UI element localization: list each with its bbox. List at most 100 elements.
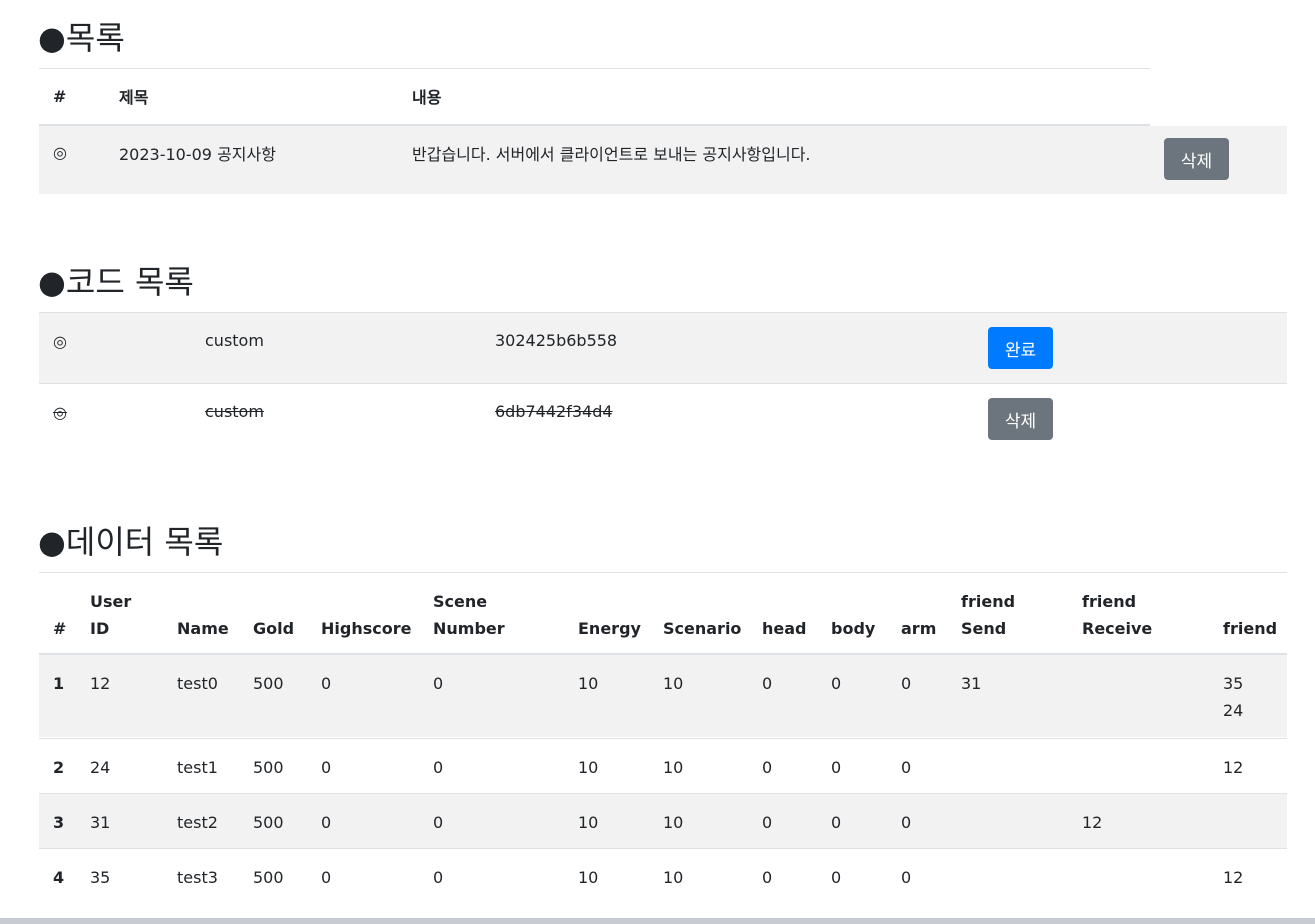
- notice-header-row: # 제목 내용: [39, 68, 1150, 125]
- data-header-scene-l2: Number: [433, 619, 505, 638]
- data-cell-friend: 12: [1223, 864, 1243, 891]
- code-row-1-type: custom: [205, 331, 264, 350]
- data-cell-energy: 10: [578, 868, 599, 887]
- horizontal-scrollbar[interactable]: [0, 918, 1315, 924]
- notice-row: ◎ 2023-10-09 공지사항 반갑습니다. 서버에서 클라이언트로 보내는…: [39, 126, 1287, 194]
- data-cell-num: 3: [53, 813, 65, 832]
- data-cell-friend-line: 12: [1223, 758, 1244, 777]
- data-cell-scene-number: 0: [433, 868, 444, 887]
- data-cell-energy: 10: [578, 674, 599, 693]
- data-cell-body: 0: [831, 813, 842, 832]
- data-header-num: #: [53, 619, 67, 638]
- data-header-row: # User ID Name Gold Highscore Scene Numb…: [39, 572, 1287, 655]
- data-cell-friend: 35 24: [1223, 670, 1243, 724]
- data-cell-num: 2: [53, 758, 65, 777]
- data-cell-head: 0: [762, 674, 773, 693]
- data-cell-arm: 0: [901, 868, 912, 887]
- data-header-friend-receive-l1: friend: [1082, 592, 1137, 611]
- notice-row-content: 반갑습니다. 서버에서 클라이언트로 보내는 공지사항입니다.: [412, 145, 811, 164]
- data-header-scene-l1: Scene: [433, 592, 488, 611]
- code-row-1: ◎ custom 302425b6b558 완료: [39, 312, 1287, 383]
- data-cell-scenario: 10: [663, 868, 684, 887]
- notice-row-title: 2023-10-09 공지사항: [119, 145, 276, 164]
- data-header-friend: friend: [1223, 619, 1278, 638]
- data-header-user-id: User ID: [90, 588, 131, 642]
- data-header-head: head: [762, 619, 807, 638]
- data-cell-friend: 12: [1223, 754, 1243, 781]
- code-row-2-type: custom: [205, 402, 264, 421]
- data-cell-num: 4: [53, 868, 65, 887]
- data-header-friend-send-l2: Send: [961, 619, 1007, 638]
- data-cell-highscore: 0: [321, 868, 332, 887]
- data-cell-gold: 500: [253, 758, 284, 777]
- data-cell-friend-send: 31: [961, 674, 982, 693]
- code-row-2-code: 6db7442f34d4: [495, 402, 613, 421]
- data-header-gold: Gold: [253, 619, 295, 638]
- code-row-2-mark: ◎: [53, 403, 67, 422]
- data-cell-user-id: 12: [90, 674, 111, 693]
- data-cell-friend-line: 12: [1223, 868, 1244, 887]
- data-cell-name: test0: [177, 674, 218, 693]
- data-cell-num: 1: [53, 674, 65, 693]
- data-cell-highscore: 0: [321, 758, 332, 777]
- data-cell-body: 0: [831, 674, 842, 693]
- data-cell-body: 0: [831, 868, 842, 887]
- data-cell-arm: 0: [901, 674, 912, 693]
- data-header-name: Name: [177, 619, 229, 638]
- data-header-friend-receive: friend Receive: [1082, 588, 1152, 642]
- data-cell-friend-line: 24: [1223, 701, 1244, 720]
- data-cell-user-id: 24: [90, 758, 111, 777]
- data-cell-scenario: 10: [663, 758, 684, 777]
- notice-row-mark: ◎: [53, 143, 67, 162]
- data-cell-friend-line: 35: [1223, 674, 1244, 693]
- data-row-1: 1 12 test0 500 0 0 10 10 0 0 0 31 35 24: [39, 655, 1287, 737]
- data-header-arm: arm: [901, 619, 937, 638]
- data-header-energy: Energy: [578, 619, 641, 638]
- data-header-highscore: Highscore: [321, 619, 412, 638]
- code-row-1-mark: ◎: [53, 332, 67, 351]
- notice-header-title: 제목: [119, 88, 149, 108]
- data-cell-head: 0: [762, 758, 773, 777]
- data-cell-energy: 10: [578, 758, 599, 777]
- code-row-2: ◎ custom 6db7442f34d4 삭제: [39, 383, 1287, 454]
- data-cell-scene-number: 0: [433, 674, 444, 693]
- data-cell-friend-receive: 12: [1082, 813, 1103, 832]
- code-row-1-code: 302425b6b558: [495, 331, 618, 350]
- data-cell-gold: 500: [253, 813, 284, 832]
- data-cell-scene-number: 0: [433, 758, 444, 777]
- data-cell-gold: 500: [253, 674, 284, 693]
- data-cell-user-id: 31: [90, 813, 111, 832]
- notice-delete-button[interactable]: 삭제: [1164, 138, 1229, 180]
- code-complete-button[interactable]: 완료: [988, 327, 1053, 369]
- data-cell-scene-number: 0: [433, 813, 444, 832]
- data-cell-head: 0: [762, 813, 773, 832]
- data-cell-energy: 10: [578, 813, 599, 832]
- data-header-friend-send-l1: friend: [961, 592, 1016, 611]
- data-cell-body: 0: [831, 758, 842, 777]
- data-cell-scenario: 10: [663, 813, 684, 832]
- data-header-user-id-l2: ID: [90, 619, 110, 638]
- notice-section-title: ●목록: [38, 19, 125, 57]
- data-cell-gold: 500: [253, 868, 284, 887]
- data-header-friend-send: friend Send: [961, 588, 1015, 642]
- notice-header-content: 내용: [412, 88, 442, 108]
- data-cell-highscore: 0: [321, 813, 332, 832]
- data-header-friend-receive-l2: Receive: [1082, 619, 1153, 638]
- data-cell-user-id: 35: [90, 868, 111, 887]
- data-cell-arm: 0: [901, 758, 912, 777]
- data-cell-scenario: 10: [663, 674, 684, 693]
- data-row-2: 2 24 test1 500 0 0 10 10 0 0 0 12: [39, 738, 1287, 793]
- data-cell-name: test2: [177, 813, 218, 832]
- code-section-title: ●코드 목록: [38, 263, 194, 301]
- data-header-body: body: [831, 619, 876, 638]
- data-cell-name: test1: [177, 758, 218, 777]
- data-header-scenario: Scenario: [663, 619, 742, 638]
- data-cell-highscore: 0: [321, 674, 332, 693]
- data-cell-name: test3: [177, 868, 218, 887]
- code-delete-button[interactable]: 삭제: [988, 398, 1053, 440]
- notice-header-num: #: [53, 86, 67, 106]
- data-header-scene-number: Scene Number: [433, 588, 505, 642]
- data-section-title: ●데이터 목록: [38, 523, 224, 561]
- data-row-3: 3 31 test2 500 0 0 10 10 0 0 0 12: [39, 793, 1287, 848]
- data-cell-head: 0: [762, 868, 773, 887]
